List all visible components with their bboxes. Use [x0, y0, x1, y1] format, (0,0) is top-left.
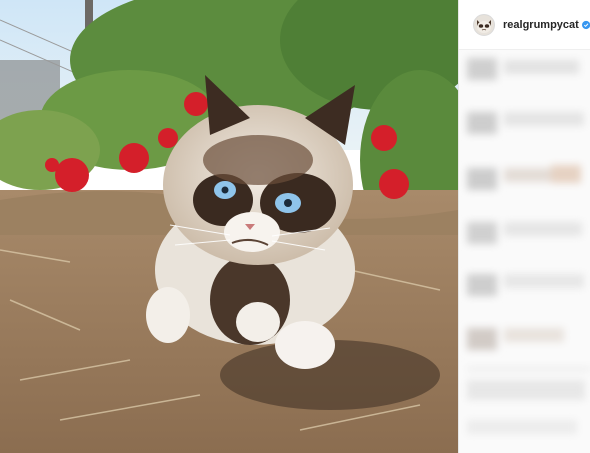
avatar-image	[474, 14, 494, 35]
instagram-post: realgrumpycat	[0, 0, 590, 453]
blurred-comments-area	[459, 50, 590, 453]
grumpy-cat-photo	[0, 0, 458, 453]
blurred-comments	[459, 50, 590, 453]
post-header: realgrumpycat	[459, 0, 590, 50]
username-link[interactable]: realgrumpycat	[503, 19, 579, 31]
post-sidebar: realgrumpycat	[458, 0, 590, 453]
post-photo[interactable]	[0, 0, 458, 453]
verified-badge-icon	[581, 20, 590, 29]
cat-avatar-icon[interactable]	[473, 13, 495, 36]
